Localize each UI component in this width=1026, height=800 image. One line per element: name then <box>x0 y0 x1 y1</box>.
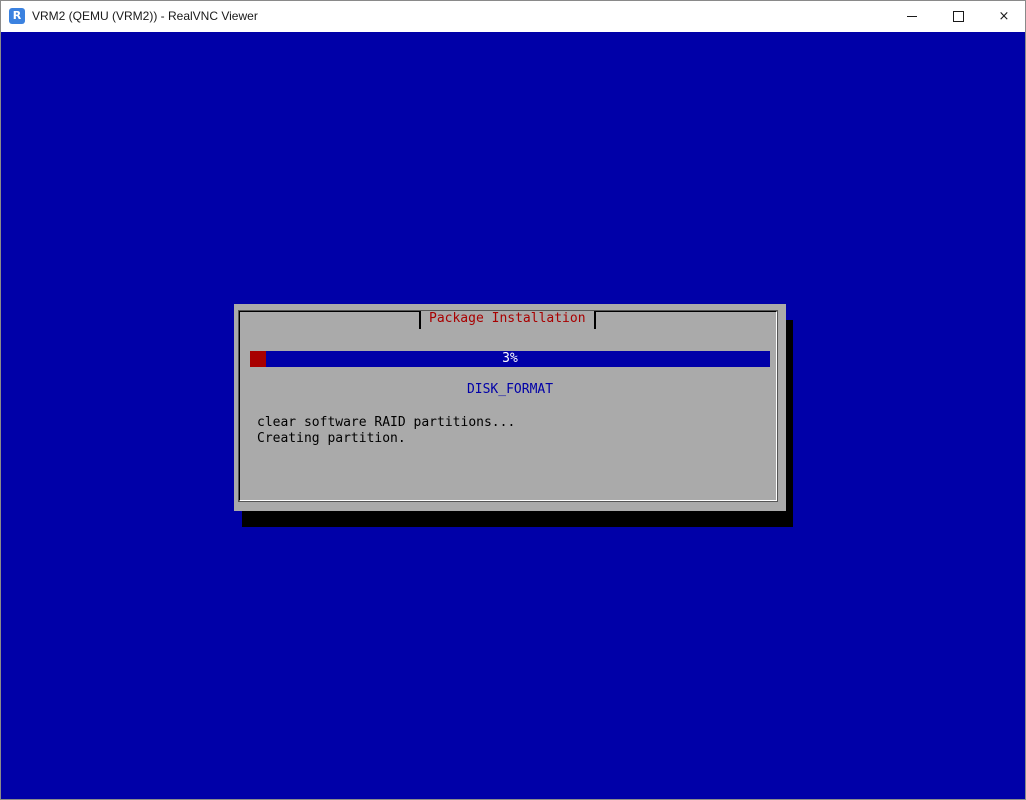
window-title: VRM2 (QEMU (VRM2)) - RealVNC Viewer <box>32 9 258 23</box>
install-log: clear software RAID partitions... Creati… <box>257 415 515 447</box>
install-stage: DISK_FORMAT <box>466 382 554 397</box>
minimize-button[interactable] <box>889 1 935 32</box>
maximize-button[interactable] <box>935 1 981 32</box>
title-bar[interactable]: R VRM2 (QEMU (VRM2)) - RealVNC Viewer × <box>1 1 1025 32</box>
log-line: Creating partition. <box>257 431 406 446</box>
realvnc-logo-icon: R <box>9 8 25 24</box>
log-line: clear software RAID partitions... <box>257 415 516 430</box>
close-button[interactable]: × <box>981 1 1026 32</box>
vnc-viewer-window: R VRM2 (QEMU (VRM2)) - RealVNC Viewer × … <box>0 0 1026 800</box>
package-installation-dialog: Package Installation 3% DISK_FORMAT clea… <box>234 304 786 511</box>
close-icon: × <box>998 9 1010 24</box>
progress-bar: 3% <box>250 351 770 367</box>
maximize-icon <box>952 11 964 22</box>
dialog-title: Package Installation <box>419 311 596 329</box>
minimize-icon <box>907 16 917 17</box>
progress-percent: 3% <box>502 351 518 366</box>
dialog-frame: Package Installation <box>238 310 778 502</box>
